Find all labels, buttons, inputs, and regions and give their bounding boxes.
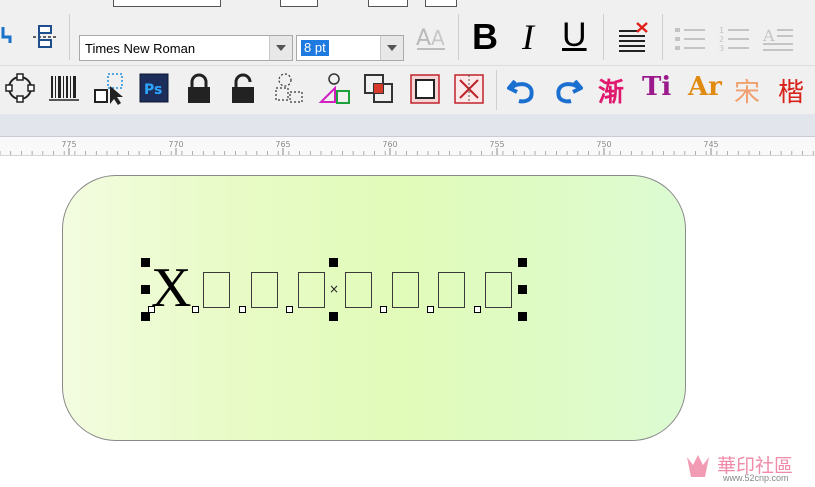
shapes-icon[interactable] [318,72,352,106]
character-node[interactable] [148,306,155,313]
barcode-icon[interactable] [48,72,80,104]
selection-handle-bottom-right[interactable] [518,312,527,321]
svg-text:A: A [431,26,445,50]
watermark-emblem-icon [687,455,709,477]
character-node[interactable] [286,306,293,313]
remove-frame-icon[interactable] [452,72,486,106]
placeholder-glyph [203,272,230,308]
font-dropdown-button[interactable] [269,36,292,60]
placeholder-glyph [251,272,278,308]
redo-icon[interactable] [550,74,584,106]
align-connector-icon[interactable] [0,24,14,46]
svg-text:A: A [416,26,431,51]
selection-handle-middle-left[interactable] [141,285,150,294]
svg-text:2: 2 [719,35,724,44]
intersect-icon[interactable] [362,72,396,106]
character-node[interactable] [474,306,481,313]
selection-handle-top-right[interactable] [518,258,527,267]
lock-icon[interactable] [184,72,214,106]
distribute-icon[interactable] [30,22,60,52]
svg-text:3: 3 [719,44,724,53]
unlock-icon[interactable] [228,72,258,106]
selection-handle-top-center[interactable] [329,258,338,267]
selection-handle-middle-right[interactable] [518,285,527,294]
bullet-list-icon[interactable] [672,22,708,56]
top-toolbar-fragment [0,0,815,10]
text-first-character: X [151,257,192,319]
svg-text:A: A [762,26,775,45]
character-node[interactable] [427,306,434,313]
character-node[interactable] [239,306,246,313]
font-name-combobox[interactable]: Times New Roman [79,35,293,61]
svg-text:Ps: Ps [144,82,162,98]
ruler-label: 745 [703,140,718,149]
svg-text:1: 1 [719,26,724,35]
ruler-ticks: 775 770 765 760 755 750 745 [0,140,814,155]
text-style-ti-button[interactable]: Ti [642,72,671,102]
text-align-none-icon[interactable] [614,20,652,58]
placeholder-glyph [298,272,325,308]
watermark-logo: 華印社區 www.52cnp.com [683,451,811,485]
group-objects-icon[interactable] [272,72,306,106]
watermark-url: www.52cnp.com [723,473,789,483]
bold-button[interactable]: B [472,16,498,58]
undo-icon[interactable] [506,74,540,106]
font-size-combobox[interactable]: 8 pt [296,35,404,61]
top-field-fragment-2 [368,0,408,7]
underline-button[interactable]: U [562,16,587,55]
font-size-value[interactable]: 8 pt [301,40,329,56]
photoshop-icon[interactable]: Ps [138,72,170,104]
top-field-fragment [113,0,221,7]
placeholder-glyph [485,272,512,308]
chevron-down-icon [387,45,397,51]
select-cursor-icon[interactable] [92,72,126,106]
tool-bar: Ps 渐 Ti Ar 宋 楷 [0,66,815,114]
character-node[interactable] [192,306,199,313]
drop-cap-icon[interactable]: A [760,22,796,56]
ellipse-nodes-icon[interactable] [4,72,36,104]
kai-font-button[interactable]: 楷 [778,72,804,109]
gradient-text-button[interactable]: 渐 [598,72,624,109]
ruler-label: 760 [382,140,397,149]
placeholder-glyph [392,272,419,308]
ruler-label: 750 [596,140,611,149]
placeholder-glyph [345,272,372,308]
character-node[interactable] [380,306,387,313]
selection-handle-bottom-left[interactable] [141,312,150,321]
selection-handle-bottom-center[interactable] [329,312,338,321]
chevron-down-icon [276,45,286,51]
tab-strip [0,114,815,137]
text-property-bar: Times New Roman 8 pt AA B I U 123 A [0,10,815,66]
ruler-label: 755 [489,140,504,149]
art-text-button[interactable]: Ar [688,72,722,102]
font-name-value: Times New Roman [85,41,196,56]
horizontal-ruler: 775 770 765 760 755 750 745 [0,137,815,156]
ruler-label: 775 [61,140,76,149]
font-scale-icon[interactable]: AA [414,20,450,56]
center-marker: × [329,282,340,296]
size-dropdown-button[interactable] [380,36,403,60]
ruler-label: 765 [275,140,290,149]
frame-icon[interactable] [408,72,442,106]
ruler-label: 770 [168,140,183,149]
italic-button[interactable]: I [522,16,534,58]
top-button-fragment [280,0,318,7]
selection-handle-top-left[interactable] [141,258,150,267]
top-button-fragment-2 [425,0,457,7]
placeholder-glyph [438,272,465,308]
numbered-list-icon[interactable]: 123 [716,22,752,56]
song-font-button[interactable]: 宋 [734,72,760,109]
